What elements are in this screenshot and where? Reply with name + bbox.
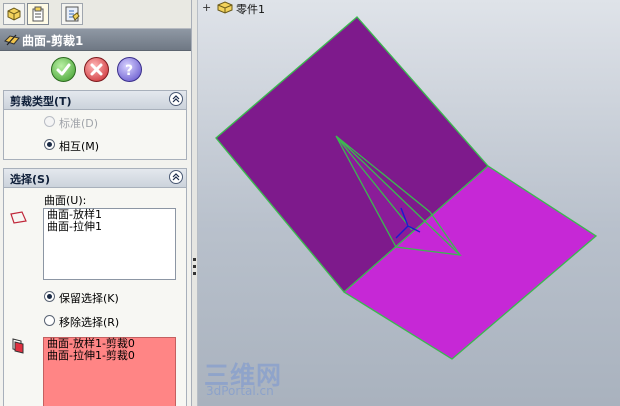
trim-type-title: 剪裁类型(T)	[10, 95, 72, 108]
splitter-grip-icon[interactable]	[193, 256, 196, 278]
surface-select-icon	[10, 211, 27, 224]
mutual-label: 相互(M)	[59, 140, 100, 153]
surfaces-list[interactable]: 曲面-放样1 曲面-拉伸1	[43, 208, 176, 280]
trim-type-header[interactable]: 剪裁类型(T)	[4, 91, 186, 110]
selection-header[interactable]: 选择(S)	[4, 169, 186, 188]
panel-tabs	[0, 0, 191, 29]
graphics-area[interactable]: + 零件1 三维网 3dPortal.cn	[198, 0, 620, 406]
part-icon	[7, 7, 21, 21]
remove-selection-radio[interactable]	[44, 315, 55, 326]
collapse-icon[interactable]	[169, 170, 183, 184]
trim-type-section: 剪裁类型(T) 标准(D) 相互(M)	[3, 90, 187, 160]
remove-selection-label: 移除选择(R)	[59, 316, 120, 329]
watermark-url: 3dPortal.cn	[206, 384, 274, 398]
svg-text:?: ?	[125, 63, 133, 78]
help-button[interactable]: ?	[117, 57, 142, 82]
property-manager-tab[interactable]	[27, 3, 49, 25]
selection-section: 选择(S) 曲面(U): 曲面-放样1 曲面-拉伸1 保留选择(K) 移除选择(…	[3, 168, 187, 406]
standard-label: 标准(D)	[59, 117, 99, 130]
selection-title: 选择(S)	[10, 173, 50, 186]
feature-tree-tab[interactable]	[3, 3, 25, 25]
list-item[interactable]: 曲面-拉伸1-剪裁0	[44, 350, 175, 362]
trimmed-surface-model[interactable]	[198, 0, 620, 406]
property-manager-panel: 曲面-剪裁1 ? 剪裁类型(T) 标准(D) 相互(M) 选择(S) 曲面(U)…	[0, 0, 192, 406]
standard-radio[interactable]	[44, 116, 55, 127]
surfaces-label: 曲面(U):	[44, 194, 87, 207]
pieces-icon	[12, 338, 24, 354]
collapse-icon[interactable]	[169, 92, 183, 106]
help-icon: ?	[125, 63, 133, 78]
feature-title-bar: 曲面-剪裁1	[0, 29, 191, 51]
property-icon	[32, 6, 44, 22]
keep-selection-label: 保留选择(K)	[59, 292, 119, 305]
watermark: 三维网 3dPortal.cn	[202, 356, 312, 402]
ok-button[interactable]	[51, 57, 76, 82]
cancel-button[interactable]	[84, 57, 109, 82]
configuration-icon	[65, 6, 80, 22]
pieces-list[interactable]: 曲面-放样1-剪裁0 曲面-拉伸1-剪裁0	[43, 337, 176, 406]
configuration-tab[interactable]	[61, 3, 83, 25]
list-item[interactable]: 曲面-拉伸1	[44, 221, 175, 233]
cancel-icon	[90, 63, 103, 76]
mutual-radio[interactable]	[44, 139, 55, 150]
feature-title: 曲面-剪裁1	[22, 34, 84, 48]
ok-icon	[56, 63, 71, 76]
surface-trim-icon	[4, 34, 20, 46]
keep-selection-radio[interactable]	[44, 291, 55, 302]
